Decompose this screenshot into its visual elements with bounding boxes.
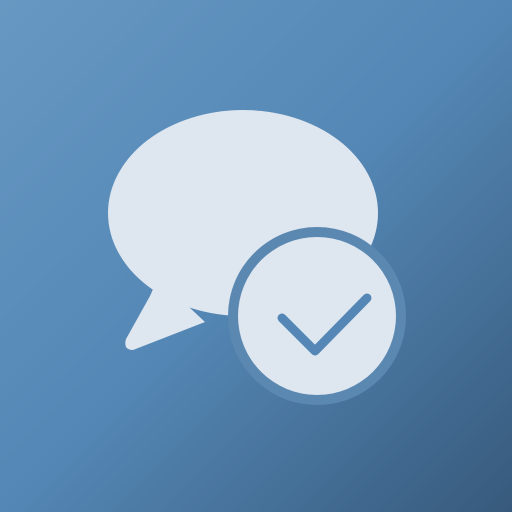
app-icon bbox=[0, 0, 512, 512]
checkmark-badge bbox=[238, 237, 396, 395]
app-icon-graphic bbox=[0, 0, 512, 512]
